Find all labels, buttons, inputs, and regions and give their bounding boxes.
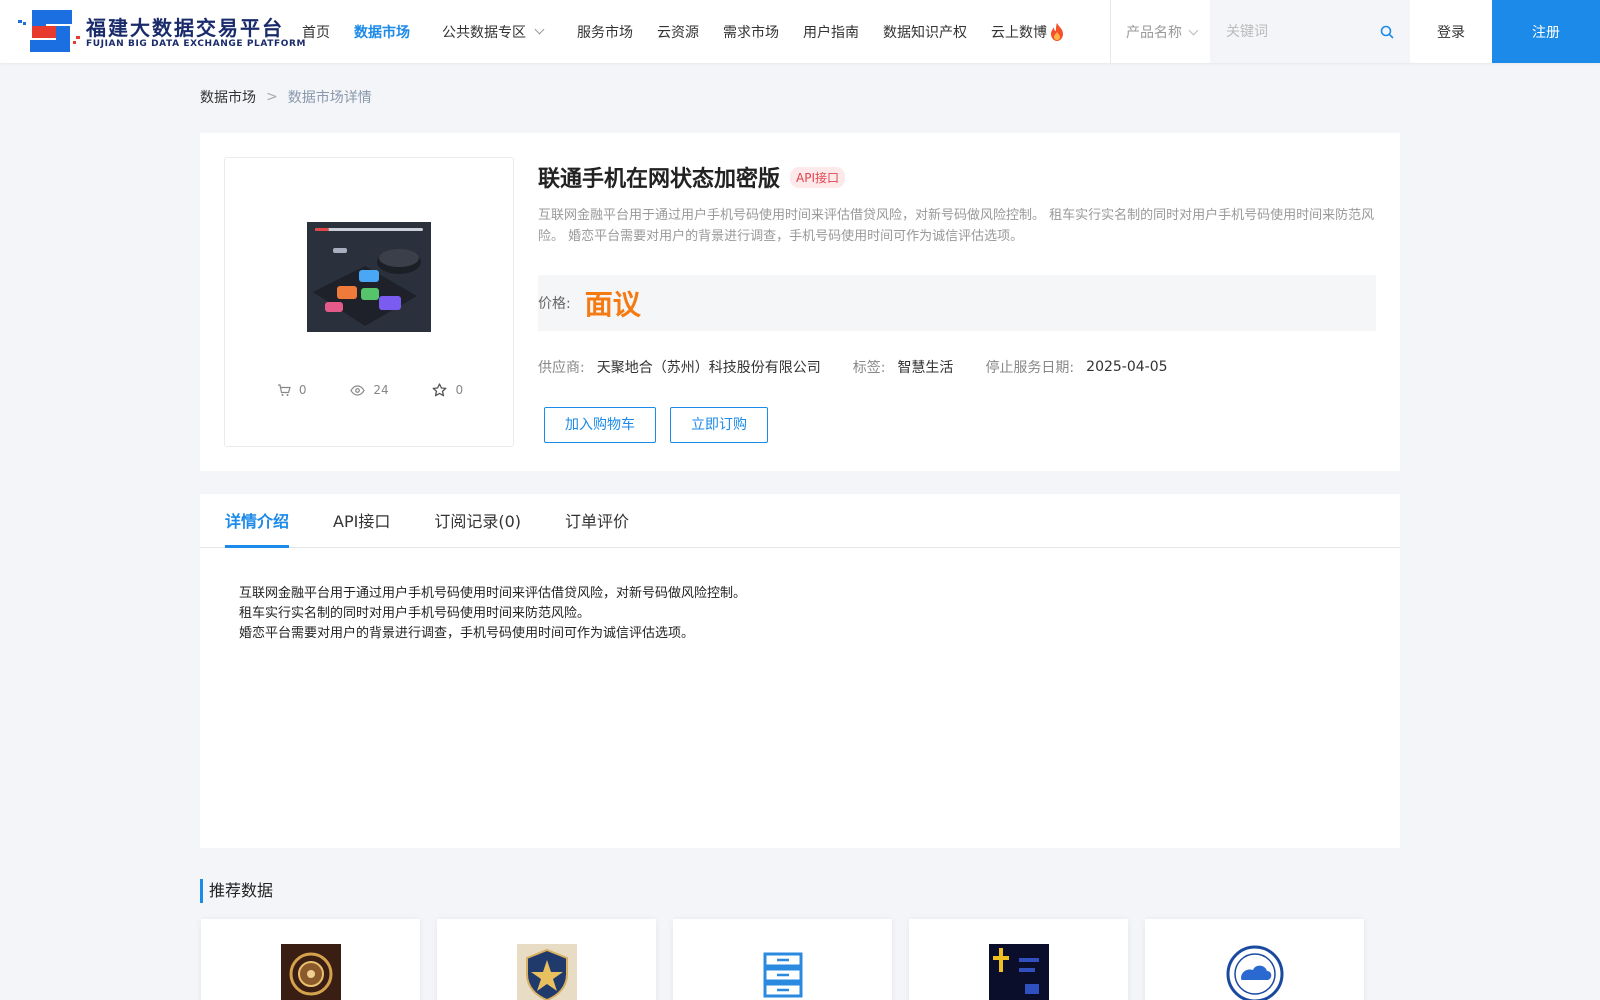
search-category-select[interactable]: 产品名称 [1126, 22, 1199, 42]
cart-icon [277, 383, 291, 396]
tag-label: 标签: [852, 360, 886, 376]
nav-public-data-label: 公共数据专区 [442, 24, 526, 41]
main-nav: 首页 数据市场 公共数据专区 服务市场 云资源 需求市场 用户指南 数据知识产权… [290, 0, 1077, 63]
favorite-count: 0 [455, 383, 464, 397]
price-value: 面议 [584, 288, 641, 321]
product-description: 互联网金融平台用于通过用户手机号码使用时间来评估借贷风险，对新号码做风险控制。 … [538, 208, 1375, 244]
nav-cloud-resources[interactable]: 云资源 [657, 22, 699, 42]
register-button[interactable]: 注册 [1492, 0, 1600, 63]
tab-subscription-records[interactable]: 订阅记录(0) [434, 493, 521, 547]
chevron-down-icon [534, 24, 545, 35]
view-count: 24 [373, 383, 389, 397]
tab-details[interactable]: 详情介绍 [225, 493, 290, 548]
price-label: 价格: [538, 296, 571, 312]
recommend-card[interactable] [1145, 919, 1364, 1000]
detail-line: 租车实行实名制的同时对用户手机号码使用时间来防范风险。 [239, 606, 591, 621]
cart-stat: 0 [277, 383, 307, 397]
recommend-title: 推荐数据 [200, 879, 273, 903]
chevron-down-icon [1188, 25, 1199, 35]
subscribe-now-button[interactable]: 立即订购 [670, 407, 768, 443]
nav-cloud-expo[interactable]: 云上数博 [991, 22, 1065, 42]
price-row: 价格: 面议 [538, 275, 1376, 331]
breadcrumb-separator: > [266, 89, 278, 105]
logo-mark-icon [18, 10, 80, 52]
search-category-label: 产品名称 [1126, 25, 1182, 41]
dark-logo-icon [989, 944, 1049, 1000]
detail-content: 互联网金融平台用于通过用户手机号码使用时间来评估借贷风险，对新号码做风险控制。 … [239, 584, 746, 644]
tab-order-reviews[interactable]: 订单评价 [565, 493, 629, 547]
title-row: 联通手机在网状态加密版 API接口 [538, 161, 1378, 193]
end-date-label: 停止服务日期: [985, 360, 1075, 376]
nav-public-data[interactable]: 公共数据专区 [442, 22, 545, 42]
nav-data-ip[interactable]: 数据知识产权 [883, 22, 967, 42]
product-card: 0 24 0 联通手机在网状态加密版 API接口 互联网金融平台用于通过用户手机… [200, 133, 1400, 471]
detail-tabs: 详情介绍 API接口 订阅记录(0) 订单评价 [200, 494, 1400, 548]
eye-icon [350, 384, 366, 396]
view-stat: 24 [350, 383, 389, 397]
recommend-card[interactable] [909, 919, 1128, 1000]
search-icon[interactable] [1380, 25, 1394, 39]
fire-icon [1051, 22, 1063, 41]
nav-service-market[interactable]: 服务市场 [577, 22, 633, 42]
nav-cloud-expo-label: 云上数博 [991, 24, 1047, 41]
favorite-stat[interactable]: 0 [432, 383, 463, 397]
product-title: 联通手机在网状态加密版 [538, 167, 781, 192]
shield-emblem-icon [517, 944, 577, 1000]
nav-user-guide[interactable]: 用户指南 [803, 22, 859, 42]
product-stats: 0 24 0 [225, 383, 515, 397]
tag-value: 智慧生活 [897, 360, 954, 376]
server-icon [763, 952, 803, 998]
add-to-cart-button[interactable]: 加入购物车 [544, 407, 656, 443]
nav-demand-market[interactable]: 需求市场 [723, 22, 779, 42]
api-badge: API接口 [790, 166, 846, 188]
breadcrumb: 数据市场 > 数据市场详情 [200, 87, 372, 107]
end-date-value: 2025-04-05 [1086, 359, 1168, 375]
detail-line: 婚恋平台需要对用户的背景进行调查，手机号码使用时间可作为诚信评估选项。 [239, 626, 695, 641]
weather-seal-icon [1225, 944, 1285, 1000]
search-input[interactable] [1226, 20, 1376, 44]
detail-line: 互联网金融平台用于通过用户手机号码使用时间来评估借贷风险，对新号码做风险控制。 [239, 586, 747, 601]
supplier-label: 供应商: [538, 360, 585, 376]
detail-card: 详情介绍 API接口 订阅记录(0) 订单评价 互联网金融平台用于通过用户手机号… [200, 494, 1400, 848]
recommend-card[interactable] [673, 919, 892, 1000]
top-header: 福建大数据交易平台 FUJIAN BIG DATA EXCHANGE PLATF… [0, 0, 1600, 63]
header-divider [1110, 0, 1111, 63]
nav-home[interactable]: 首页 [302, 22, 330, 42]
login-button[interactable]: 登录 [1410, 0, 1492, 63]
product-thumbnail-box: 0 24 0 [224, 157, 514, 447]
tab-api[interactable]: API接口 [333, 493, 390, 547]
breadcrumb-data-market[interactable]: 数据市场 [200, 87, 256, 107]
breadcrumb-current: 数据市场详情 [287, 90, 372, 106]
star-icon [433, 383, 447, 397]
recommend-card[interactable] [437, 919, 656, 1000]
action-buttons: 加入购物车 立即订购 [538, 407, 1378, 443]
logo-subtitle: FUJIAN BIG DATA EXCHANGE PLATFORM [86, 39, 307, 49]
product-info: 联通手机在网状态加密版 API接口 互联网金融平台用于通过用户手机号码使用时间来… [538, 161, 1378, 443]
logo-title: 福建大数据交易平台 [86, 16, 284, 40]
gold-emblem-icon [281, 944, 341, 1000]
supplier-value: 天聚地合（苏州）科技股份有限公司 [596, 360, 821, 376]
product-image [307, 222, 431, 332]
recommend-card[interactable] [201, 919, 420, 1000]
nav-data-market[interactable]: 数据市场 [354, 22, 410, 42]
meta-row: 供应商: 天聚地合（苏州）科技股份有限公司 标签: 智慧生活 停止服务日期: 2… [538, 357, 1378, 377]
cart-count: 0 [298, 383, 307, 397]
site-logo[interactable]: 福建大数据交易平台 FUJIAN BIG DATA EXCHANGE PLATF… [16, 8, 305, 54]
